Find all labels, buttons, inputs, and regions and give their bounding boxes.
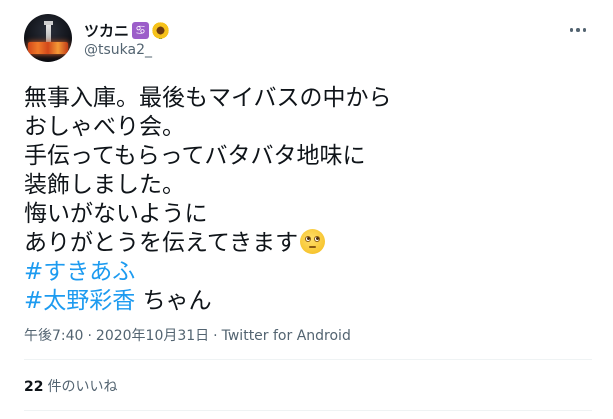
divider [24, 359, 592, 360]
avatar-lights-shape [28, 42, 68, 54]
display-name[interactable]: ツカニ ♋ [84, 20, 170, 41]
hashtag-link[interactable]: #太野彩香 [24, 288, 135, 314]
meta-separator: · [87, 328, 92, 344]
avatar[interactable] [24, 14, 72, 62]
tweet-text: 無事入庫。最後もマイバスの中から おしゃべり会。 手伝ってもらってバタバタ地味に… [24, 84, 594, 316]
tweet-card: ツカニ ♋ @tsuka2_ 無事入庫。最後もマイバスの中から おしゃべり会。 … [0, 0, 613, 419]
likes-link[interactable]: 22 件のいいね [24, 376, 117, 396]
tweet-line-text: ありがとうを伝えてきます [24, 230, 299, 256]
display-name-text: ツカニ [84, 22, 130, 40]
user-handle[interactable]: @tsuka2_ [84, 42, 152, 58]
tweet-line: おしゃべり会。 [24, 114, 185, 140]
tweet-time[interactable]: 午後7:40 [24, 328, 83, 344]
tweet-line: 装飾しました。 [24, 172, 185, 198]
hashtag-suffix: ちゃん [135, 288, 212, 314]
tweet-line: 悔いがないように [24, 201, 208, 227]
hashtag-link[interactable]: #すきあふ [24, 259, 135, 285]
tweet-line: 無事入庫。最後もマイバスの中から [24, 85, 392, 111]
cancer-zodiac-icon: ♋ [132, 22, 150, 39]
hashtag-line: #すきあふ [24, 258, 594, 287]
likes-label: 件のいいね [47, 379, 118, 395]
likes-count: 22 [24, 379, 44, 395]
tweet-source-link[interactable]: Twitter for Android [222, 328, 351, 344]
face-with-rolling-eyes-icon [300, 229, 326, 254]
more-options-icon[interactable] [564, 20, 592, 40]
tweet-meta: 午後7:40 · 2020年10月31日 · Twitter for Android [24, 325, 351, 345]
divider [24, 410, 592, 411]
meta-separator: · [213, 328, 218, 344]
sunflower-icon [152, 22, 170, 39]
hashtag-line: #太野彩香 ちゃん [24, 287, 594, 316]
tweet-line: 手伝ってもらってバタバタ地味に [24, 143, 366, 169]
tweet-date[interactable]: 2020年10月31日 [96, 328, 209, 344]
tweet-line-with-emoji: ありがとうを伝えてきます [24, 229, 594, 258]
